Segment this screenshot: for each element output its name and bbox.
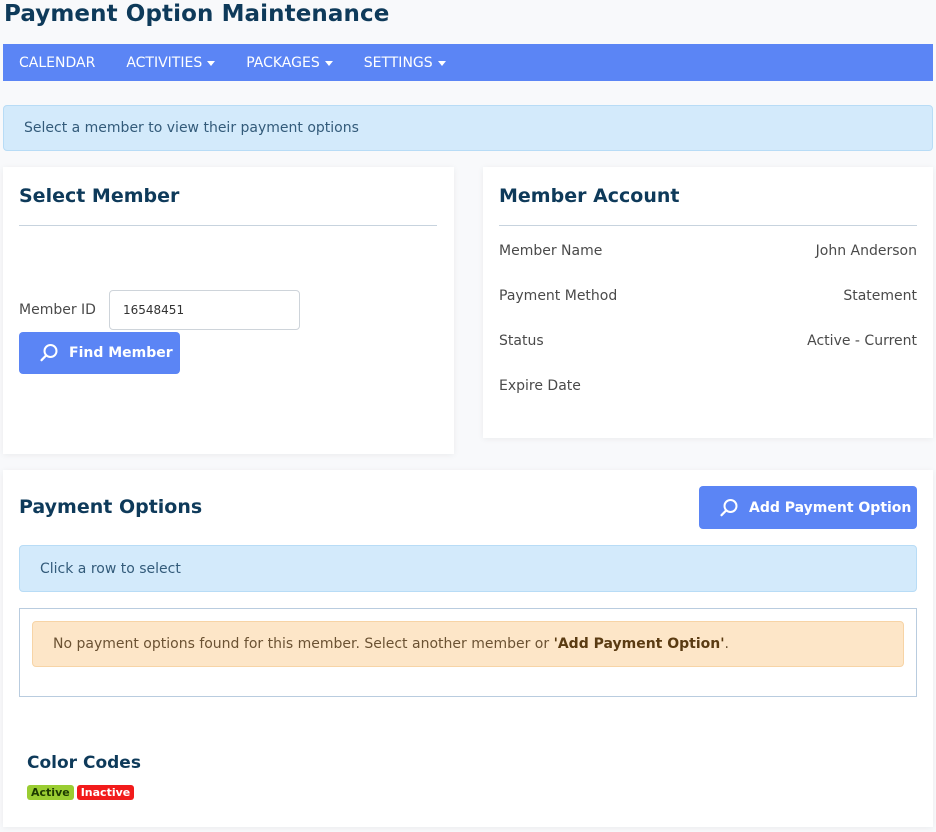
color-codes-legend: Active Inactive — [27, 785, 135, 800]
select-member-heading: Select Member — [19, 185, 180, 207]
empty-results-link: 'Add Payment Option' — [553, 636, 725, 652]
add-payment-option-button[interactable]: Add Payment Option — [699, 486, 917, 529]
member-name-value: John Anderson — [815, 243, 917, 259]
nav-packages[interactable]: PACKAGES — [246, 55, 333, 71]
nav-packages-label: PACKAGES — [246, 54, 320, 71]
nav-settings-label: SETTINGS — [363, 54, 433, 71]
main-navbar: CALENDAR ACTIVITIES PACKAGES SETTINGS — [3, 44, 933, 81]
search-icon — [40, 344, 58, 362]
expire-date-label: Expire Date — [499, 378, 581, 394]
select-row-alert: Click a row to select — [19, 545, 917, 592]
add-payment-option-label: Add Payment Option — [749, 499, 912, 516]
search-icon — [720, 498, 738, 516]
payment-options-heading: Payment Options — [19, 496, 203, 518]
nav-activities-label: ACTIVITIES — [126, 54, 203, 71]
member-id-input[interactable] — [109, 290, 300, 330]
divider — [499, 225, 917, 226]
caret-down-icon — [324, 60, 333, 66]
payment-options-table: No payment options found for this member… — [19, 608, 917, 697]
status-label: Status — [499, 333, 544, 349]
select-row-alert-text: Click a row to select — [40, 560, 181, 577]
nav-settings[interactable]: SETTINGS — [364, 55, 446, 71]
payment-method-label: Payment Method — [499, 288, 618, 304]
active-badge: Active — [27, 785, 74, 800]
member-account-heading: Member Account — [499, 185, 680, 207]
empty-results-alert: No payment options found for this member… — [32, 621, 904, 667]
page-title: Payment Option Maintenance — [4, 1, 390, 27]
caret-down-icon — [207, 60, 216, 66]
caret-down-icon — [437, 60, 446, 66]
select-member-card: Select Member Member ID Find Member — [3, 167, 454, 454]
member-account-card: Member Account Member Name John Anderson… — [483, 167, 933, 438]
payment-options-card: Payment Options Add Payment Option Click… — [3, 470, 933, 827]
info-alert: Select a member to view their payment op… — [3, 105, 933, 151]
divider — [19, 225, 437, 226]
empty-results-suffix: . — [724, 636, 729, 652]
member-name-label: Member Name — [499, 243, 603, 259]
empty-results-text: No payment options found for this member… — [53, 636, 729, 652]
member-id-label: Member ID — [19, 302, 96, 318]
nav-calendar-label: CALENDAR — [19, 54, 96, 71]
find-member-label: Find Member — [69, 345, 173, 361]
inactive-badge: Inactive — [76, 785, 135, 800]
info-alert-text: Select a member to view their payment op… — [24, 120, 359, 136]
color-codes-heading: Color Codes — [27, 753, 141, 773]
empty-results-prefix: No payment options found for this member… — [53, 636, 554, 652]
payment-method-value: Statement — [843, 288, 917, 304]
nav-activities[interactable]: ACTIVITIES — [126, 54, 216, 71]
nav-calendar[interactable]: CALENDAR — [19, 55, 95, 71]
find-member-button[interactable]: Find Member — [19, 332, 180, 374]
status-value: Active - Current — [807, 333, 917, 349]
